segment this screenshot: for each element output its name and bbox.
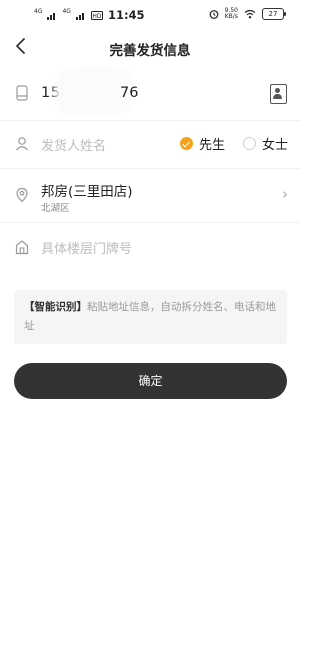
svg-text:HD: HD (92, 13, 102, 20)
signal-icon (47, 12, 56, 20)
user-icon (14, 136, 30, 152)
detail-address-input[interactable]: 具体楼层门牌号 (41, 238, 132, 257)
hd-icon: HD (90, 10, 103, 20)
gender-option-mr[interactable]: 先生 (180, 134, 225, 153)
gender-option-ms[interactable]: 女士 (243, 134, 288, 153)
signal-icon-2 (75, 12, 84, 20)
smart-paste-tag: 【智能识别】 (24, 301, 87, 313)
location-pin-icon (14, 187, 30, 203)
confirm-button[interactable]: 确定 (14, 363, 287, 399)
wifi-icon (244, 9, 256, 19)
status-time: 11:45 (107, 8, 145, 22)
page-title: 完善发货信息 (109, 43, 191, 59)
net-speed: 9.50 KB/s (224, 7, 238, 20)
phone-icon (14, 85, 30, 101)
address-name: 邦房(三里田店) (41, 184, 133, 200)
sender-name-input[interactable]: 发货人姓名 (41, 135, 106, 154)
alarm-icon (209, 10, 219, 19)
smart-paste-box[interactable]: 【智能识别】粘贴地址信息，自动拆分姓名、电话和地址 (14, 290, 287, 344)
chevron-right-icon: › (282, 185, 288, 203)
nav-bar: 完善发货信息 (0, 32, 300, 64)
phone-row: 158 76 (0, 66, 300, 121)
radio-checked-icon (180, 137, 193, 150)
status-bar: 4G 4G HD 11:45 9.50 KB/s 27 (0, 0, 300, 32)
battery-icon: 27 (262, 8, 286, 20)
smart-paste-text: 【智能识别】粘贴地址信息，自动拆分姓名、电话和地址 (24, 298, 282, 336)
phone-suffix[interactable]: 76 (120, 85, 138, 101)
radio-unchecked-icon (243, 137, 256, 150)
phone-masked (63, 76, 125, 106)
building-icon (14, 239, 30, 255)
address-district: 北湖区 (41, 203, 70, 214)
network-indicator-2: 4G (62, 8, 71, 15)
contact-book-icon[interactable] (270, 84, 287, 104)
network-indicator-1: 4G (34, 8, 43, 15)
address-row[interactable]: 邦房(三里田店) 北湖区 › (0, 168, 300, 223)
name-row: 发货人姓名 先生 女士 (0, 120, 300, 169)
detail-row: 具体楼层门牌号 (0, 222, 300, 272)
